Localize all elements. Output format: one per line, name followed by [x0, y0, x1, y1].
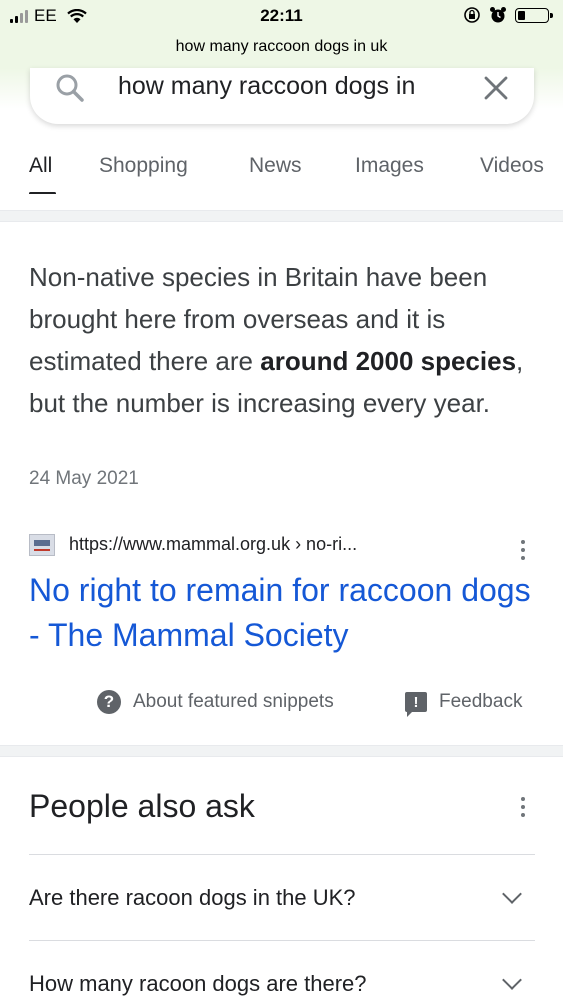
- about-featured-snippets[interactable]: ? About featured snippets: [97, 688, 334, 716]
- status-right: [463, 6, 553, 24]
- search-icon[interactable]: [54, 72, 86, 104]
- snippet-highlight: around 2000 species: [260, 346, 517, 376]
- result-source[interactable]: https://www.mammal.org.uk › no-ri...: [29, 534, 534, 560]
- featured-snippet-text: Non-native species in Britain have been …: [29, 256, 529, 424]
- search-box[interactable]: how many raccoon dogs in: [30, 68, 534, 124]
- paa-question[interactable]: How many racoon dogs are there?: [29, 971, 367, 997]
- close-icon[interactable]: [482, 74, 510, 102]
- section-divider: [0, 745, 563, 757]
- browser-top-bar: EE 22:11 how many raccoon dogs in uk: [0, 0, 563, 68]
- feedback-label: Feedback: [439, 691, 523, 712]
- site-favicon-icon: [29, 534, 55, 556]
- more-options-icon[interactable]: [521, 540, 525, 560]
- about-snippets-label: About featured snippets: [133, 691, 334, 712]
- source-url[interactable]: https://www.mammal.org.uk › no-ri...: [69, 534, 357, 555]
- feedback-button[interactable]: ! Feedback: [405, 688, 523, 717]
- alarm-icon: [490, 7, 506, 23]
- chevron-down-icon[interactable]: [502, 884, 522, 904]
- paa-question[interactable]: Are there racoon dogs in the UK?: [29, 885, 356, 911]
- paa-divider: [29, 940, 535, 941]
- active-tab-indicator: [29, 192, 56, 194]
- feedback-icon: !: [405, 692, 427, 717]
- tab-videos[interactable]: Videos: [480, 154, 544, 178]
- paa-more-options-icon[interactable]: [521, 797, 525, 817]
- paa-divider: [29, 854, 535, 855]
- tab-shopping[interactable]: Shopping: [99, 154, 188, 178]
- help-icon: ?: [97, 690, 121, 714]
- tab-news[interactable]: News: [249, 154, 302, 178]
- section-divider: [0, 210, 563, 222]
- orientation-lock-icon: [464, 7, 480, 23]
- chevron-down-icon[interactable]: [502, 970, 522, 990]
- result-title-link[interactable]: No right to remain for raccoon dogs - Th…: [29, 568, 539, 658]
- tab-images[interactable]: Images: [355, 154, 424, 178]
- search-tabs: All Shopping News Images Videos: [0, 150, 563, 194]
- tab-all[interactable]: All: [29, 154, 52, 178]
- search-area: how many raccoon dogs in: [0, 68, 563, 136]
- search-input[interactable]: how many raccoon dogs in: [118, 72, 478, 101]
- address-bar[interactable]: how many raccoon dogs in uk: [0, 38, 563, 56]
- battery-icon: [515, 7, 553, 23]
- snippet-date: 24 May 2021: [29, 468, 139, 489]
- people-also-ask-title: People also ask: [29, 788, 255, 824]
